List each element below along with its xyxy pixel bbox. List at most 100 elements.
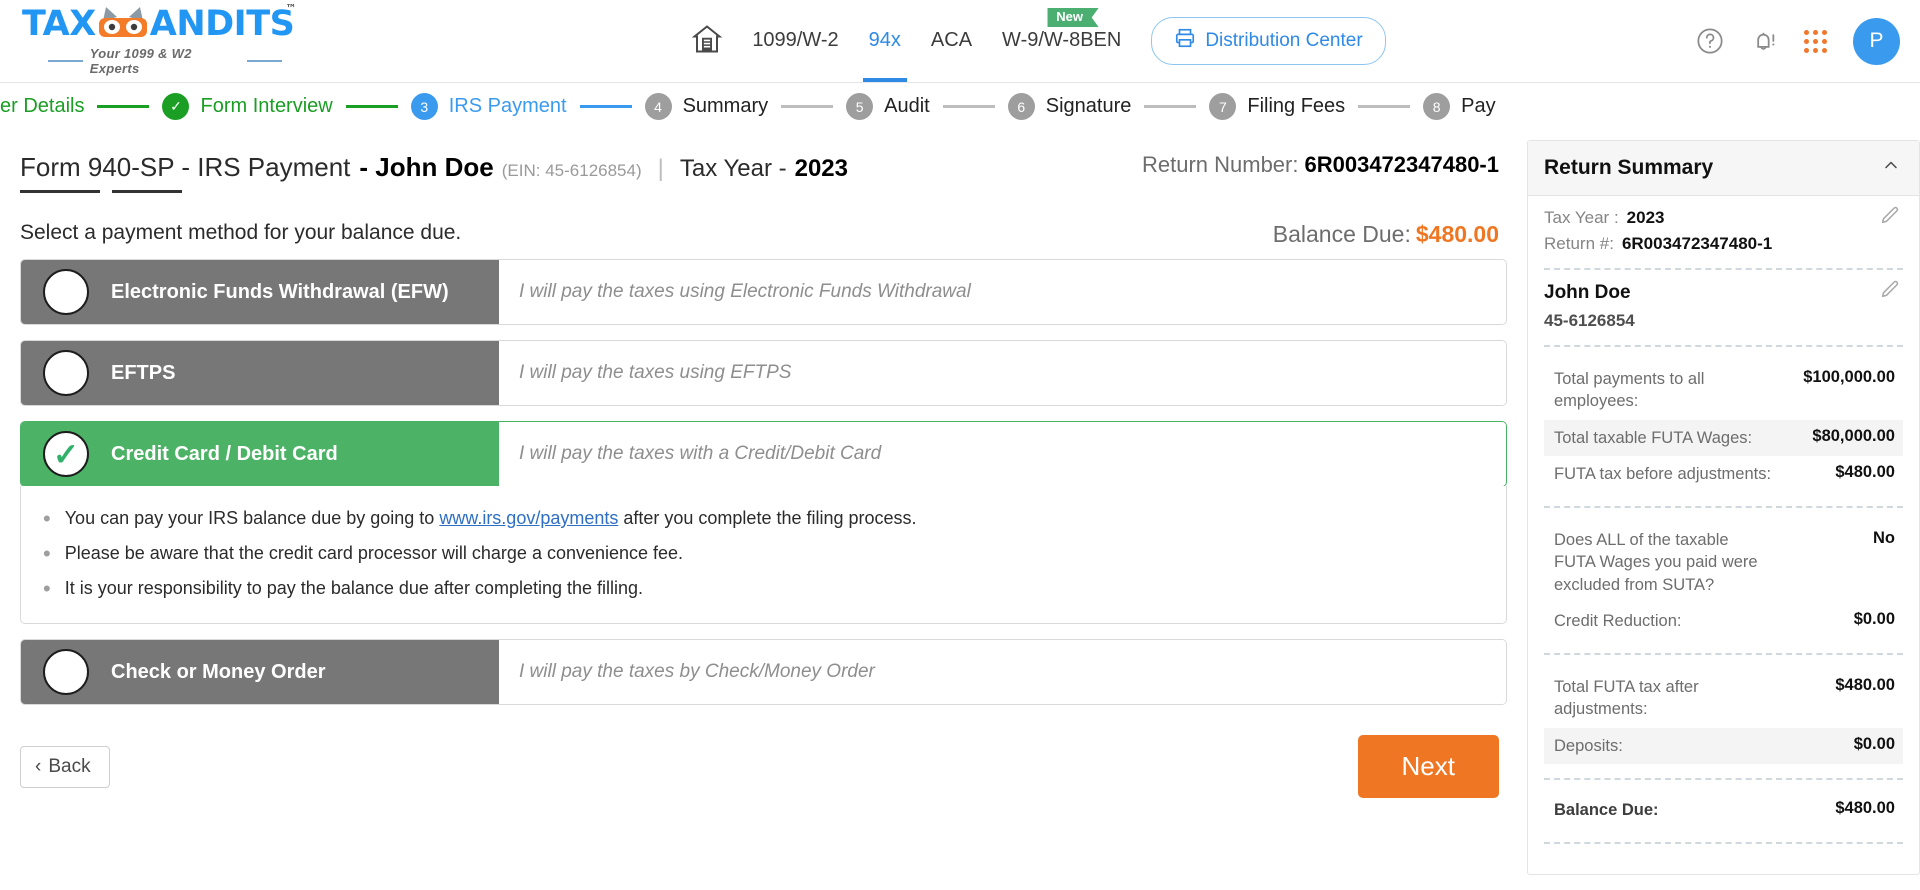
- new-badge: New: [1047, 7, 1099, 28]
- summary-return-value: 6R003472347480-1: [1621, 234, 1773, 253]
- distribution-center-label: Distribution Center: [1205, 30, 1363, 51]
- return-summary-panel: Return Summary Tax Year : 2023 Return #:: [1527, 140, 1920, 876]
- main-content: Form 940-SP - IRS Payment - John Doe (EI…: [0, 130, 1527, 798]
- brand-logo[interactable]: TAX ANDITS ™ Your 1099 & W2 Experts: [22, 3, 296, 76]
- step-circle-8: 8: [1423, 93, 1451, 120]
- next-button[interactable]: Next: [1357, 735, 1499, 798]
- summary-row-balance-due-value: $480.00: [1835, 798, 1895, 817]
- steps-list: ✓ yer Details ✓ Form Interview 3 IRS Pay…: [0, 93, 1496, 120]
- summary-row-futa-after-value: $480.00: [1835, 676, 1895, 695]
- payment-option-efw[interactable]: Electronic Funds Withdrawal (EFW) I will…: [20, 259, 1507, 325]
- payment-option-eftps[interactable]: EFTPS I will pay the taxes using EFTPS: [20, 340, 1507, 406]
- summary-row-futa-before: FUTA tax before adjustments: $480.00: [1544, 456, 1903, 492]
- payment-option-check[interactable]: Check or Money Order I will pay the taxe…: [20, 639, 1507, 705]
- irs-payments-link[interactable]: www.irs.gov/payments: [439, 508, 618, 528]
- step-connector-3: [579, 105, 632, 108]
- bullet-icon-1: •: [43, 506, 51, 531]
- payment-option-check-left[interactable]: Check or Money Order: [21, 640, 499, 704]
- tax-year-label: Tax Year -: [679, 155, 787, 182]
- payment-option-credit-card-desc: I will pay the taxes with a Credit/Debit…: [519, 443, 882, 464]
- radio-eftps[interactable]: [43, 350, 89, 396]
- step-label-4: Summary: [682, 95, 769, 117]
- summary-group-1: Total payments to all employees: $100,00…: [1544, 359, 1903, 492]
- payment-option-efw-left[interactable]: Electronic Funds Withdrawal (EFW): [21, 260, 499, 324]
- divider-5: [1544, 777, 1903, 780]
- step-label-8: Pay: [1461, 95, 1496, 117]
- step-circle-5: 5: [846, 93, 874, 120]
- business-name: - John Doe: [359, 152, 494, 182]
- summary-row-total-payments-value: $100,000.00: [1803, 368, 1895, 386]
- edit-return-pencil-icon[interactable]: [1879, 204, 1901, 231]
- notification-bell-icon[interactable]: [1750, 27, 1778, 55]
- payment-option-eftps-left[interactable]: EFTPS: [21, 341, 499, 405]
- nav-item-w9-w8ben[interactable]: New W-9/W-8BEN: [1002, 7, 1121, 54]
- back-button-label: Back: [48, 755, 91, 777]
- chevron-up-icon[interactable]: [1881, 155, 1901, 180]
- radio-efw[interactable]: [43, 269, 89, 315]
- summary-row-credit-reduction: Credit Reduction: $0.00: [1544, 603, 1903, 639]
- apps-grid-icon[interactable]: [1804, 29, 1827, 53]
- select-prompt-row: Select a payment method for your balance…: [20, 221, 1507, 247]
- step-pay[interactable]: 8 Pay: [1423, 93, 1496, 120]
- step-employer-details[interactable]: ✓ yer Details: [0, 93, 84, 120]
- logo-text-tax: TAX: [22, 3, 96, 44]
- title-underline: [20, 190, 1507, 193]
- summary-row-taxable-futa-label: Total taxable FUTA Wages:: [1554, 428, 1753, 447]
- summary-row-total-payments-label: Total payments to all employees:: [1554, 370, 1705, 411]
- step-filing-fees[interactable]: 7 Filing Fees: [1209, 93, 1345, 120]
- cat-mask-icon: [97, 7, 149, 41]
- page-body: Form 940-SP - IRS Payment - John Doe (EI…: [0, 130, 1920, 876]
- summary-business-ein: 45-6126854: [1544, 311, 1635, 330]
- tagline-dash-right: [247, 59, 282, 62]
- return-summary-header[interactable]: Return Summary: [1528, 141, 1919, 196]
- edit-business-pencil-icon[interactable]: [1879, 278, 1901, 305]
- summary-tax-year-label: Tax Year :: [1544, 208, 1619, 227]
- note-1-text: You can pay your IRS balance due by goin…: [65, 508, 917, 529]
- back-button[interactable]: ‹ Back: [20, 745, 110, 788]
- nav-item-94x[interactable]: 94x: [862, 29, 908, 82]
- check-icon: ✓: [53, 436, 79, 472]
- help-icon[interactable]: [1696, 27, 1724, 55]
- payment-option-efw-desc: I will pay the taxes using Electronic Fu…: [519, 281, 971, 302]
- nav-item-aca[interactable]: ACA: [931, 29, 972, 54]
- payment-option-credit-card[interactable]: ✓ Credit Card / Debit Card I will pay th…: [20, 421, 1507, 487]
- bullet-icon-2: •: [43, 541, 51, 566]
- step-label-2: Form Interview: [200, 95, 333, 117]
- summary-group-3: Total FUTA tax after adjustments: $480.0…: [1544, 667, 1903, 764]
- payment-option-eftps-desc: I will pay the taxes using EFTPS: [519, 362, 792, 383]
- nav-item-1099-w2[interactable]: 1099/W-2: [752, 29, 838, 54]
- step-irs-payment[interactable]: 3 IRS Payment: [410, 93, 567, 120]
- step-label-1: yer Details: [0, 95, 85, 117]
- step-audit[interactable]: 5 Audit: [846, 93, 930, 120]
- page-title: Form 940-SP - IRS Payment: [20, 152, 351, 182]
- distribution-center-button[interactable]: Distribution Center: [1151, 17, 1386, 65]
- payment-option-credit-card-left[interactable]: ✓ Credit Card / Debit Card: [21, 422, 499, 486]
- summary-return-row: Return #: 6R003472347480-1: [1544, 234, 1903, 254]
- note-item-2: • Please be aware that the credit card p…: [43, 541, 1506, 566]
- underline-seg-1: [20, 190, 100, 193]
- app-header: TAX ANDITS ™ Your 1099 & W2 Experts 1099…: [0, 0, 1920, 82]
- step-signature[interactable]: 6 Signature: [1007, 93, 1131, 120]
- summary-row-taxable-futa-value: $80,000.00: [1812, 426, 1895, 445]
- summary-row-futa-before-label: FUTA tax before adjustments:: [1554, 464, 1772, 483]
- trademark-icon: ™: [285, 1, 297, 15]
- step-summary[interactable]: 4 Summary: [644, 93, 769, 120]
- radio-credit-card[interactable]: ✓: [43, 431, 89, 477]
- balance-due-value: $480.00: [1415, 221, 1499, 247]
- footer-actions: ‹ Back Next: [20, 735, 1507, 798]
- step-form-interview[interactable]: ✓ Form Interview: [162, 93, 333, 120]
- logo-tagline: Your 1099 & W2 Experts: [48, 46, 282, 76]
- summary-tax-year-row: Tax Year : 2023: [1544, 206, 1903, 228]
- printer-icon: [1174, 27, 1196, 55]
- divider-2: [1544, 345, 1903, 347]
- summary-row-balance-due-label: Balance Due:: [1554, 800, 1659, 819]
- summary-row-credit-reduction-value: $0.00: [1853, 609, 1895, 628]
- step-connector-6: [1144, 105, 1197, 108]
- avatar[interactable]: P: [1853, 17, 1900, 65]
- underline-seg-2: [112, 190, 182, 193]
- summary-row-balance-due: Balance Due: $480.00: [1544, 792, 1903, 828]
- radio-check[interactable]: [43, 649, 89, 695]
- home-icon[interactable]: [691, 24, 723, 59]
- payment-options-list: Electronic Funds Withdrawal (EFW) I will…: [20, 259, 1507, 705]
- summary-row-suta-excluded-label: Does ALL of the taxable FUTA Wages you p…: [1554, 531, 1758, 594]
